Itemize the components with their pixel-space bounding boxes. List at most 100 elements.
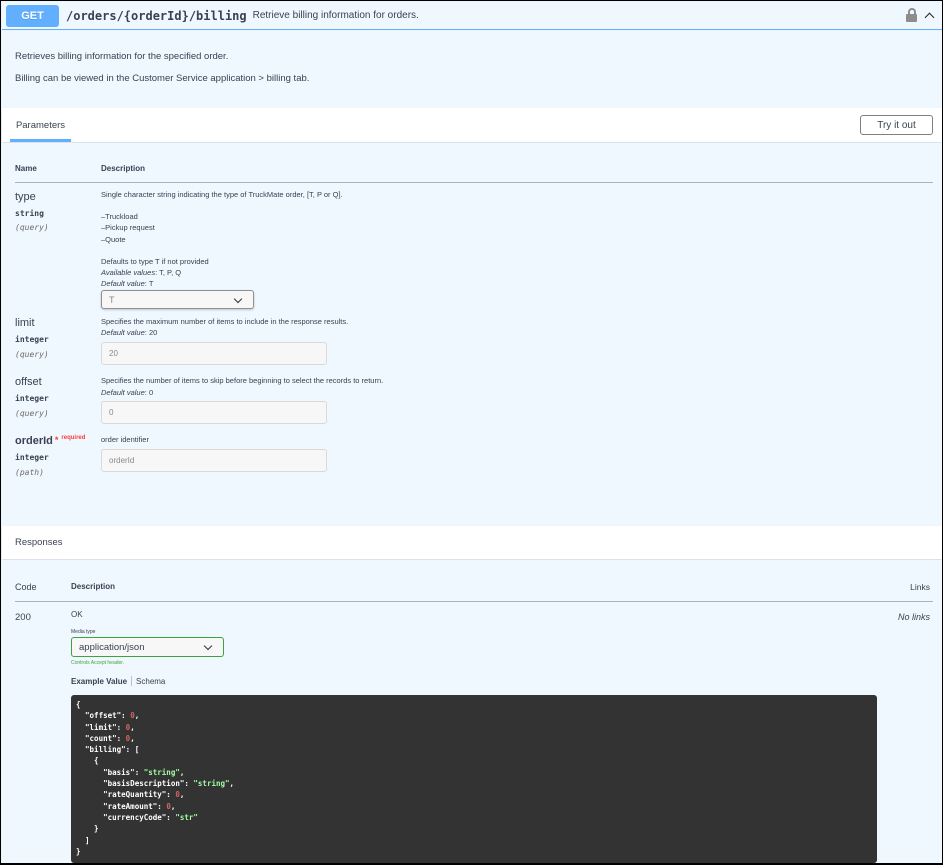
code-line: } xyxy=(76,823,872,834)
media-type-select[interactable]: application/json xyxy=(71,637,224,657)
param-location: (query) xyxy=(15,223,49,232)
endpoint-summary: Retrieve billing information for orders. xyxy=(252,10,419,21)
try-it-out-button[interactable]: Try it out xyxy=(860,115,933,135)
description-line: Retrieves billing information for the sp… xyxy=(15,51,229,62)
json-punctuation: "offset": xyxy=(76,711,131,721)
param-name: type xyxy=(15,191,36,203)
type-select[interactable]: T xyxy=(101,290,254,309)
response-description: OK xyxy=(71,610,83,619)
param-description: Specifies the maximum number of items to… xyxy=(101,317,349,326)
required-label: required xyxy=(61,435,86,441)
param-type: integer xyxy=(15,335,49,344)
example-tabs: Example Value Schema xyxy=(71,676,165,686)
json-punctuation: } xyxy=(76,824,99,834)
response-links: No links xyxy=(897,612,930,622)
param-default-note: Defaults to type T if not provided xyxy=(101,257,209,266)
default-value: : 20 xyxy=(144,328,158,337)
tab-example-value[interactable]: Example Value xyxy=(71,677,127,686)
offset-input[interactable] xyxy=(101,401,327,424)
param-option: –Quote xyxy=(101,235,126,244)
json-punctuation: { xyxy=(76,700,81,709)
json-punctuation: ] xyxy=(76,835,90,845)
param-default-value: Default value: T xyxy=(101,278,153,289)
json-punctuation: "rateAmount": xyxy=(76,801,167,811)
json-punctuation: , xyxy=(179,790,185,800)
lock-icon[interactable] xyxy=(906,8,918,22)
json-punctuation: "limit": xyxy=(76,722,126,732)
param-name: offset xyxy=(15,376,42,388)
operation-summary[interactable]: GET /orders/{orderId}/billing Retrieve b… xyxy=(2,2,942,30)
column-header-name: Name xyxy=(15,164,37,173)
header-divider xyxy=(15,182,933,183)
param-default-value: Default value: 20 xyxy=(101,327,157,338)
json-punctuation: , xyxy=(229,779,235,789)
orderid-input[interactable] xyxy=(101,449,327,472)
code-line: "offset": 0, xyxy=(76,710,872,721)
header-divider xyxy=(15,601,933,602)
json-punctuation: "basisDescription": xyxy=(76,779,194,789)
json-punctuation: , xyxy=(134,711,140,721)
parameters-header: Parameters Try it out xyxy=(2,108,942,142)
code-line: "basis": "string", xyxy=(76,767,872,778)
tab-parameters[interactable]: Parameters xyxy=(10,108,71,142)
http-method-badge: GET xyxy=(6,4,59,27)
code-line: "rateQuantity": 0, xyxy=(76,789,872,800)
required-star: * xyxy=(54,435,59,445)
chevron-down-icon xyxy=(203,641,213,651)
chevron-down-icon xyxy=(233,294,243,304)
tab-schema[interactable]: Schema xyxy=(136,677,165,686)
json-punctuation: "basis": xyxy=(76,767,144,777)
available-values: : T, P, Q xyxy=(155,268,182,277)
chevron-up-icon[interactable] xyxy=(924,10,934,20)
json-punctuation: "rateQuantity": xyxy=(76,790,176,800)
json-punctuation: "currencyCode": xyxy=(76,812,176,822)
default-value: : T xyxy=(144,279,154,288)
media-type-hint: Controls Accept header. xyxy=(71,660,125,666)
type-select-value: T xyxy=(109,294,115,305)
column-header-description: Description xyxy=(71,582,116,591)
code-line: "limit": 0, xyxy=(76,722,872,733)
param-default-value: Default value: 0 xyxy=(101,387,153,398)
operation-description: Retrieves billing information for the sp… xyxy=(2,31,942,108)
summary-controls xyxy=(906,8,934,22)
json-punctuation: , xyxy=(179,767,185,777)
json-punctuation: , xyxy=(130,722,135,732)
json-punctuation: "count": xyxy=(76,733,126,743)
json-string: "string" xyxy=(193,779,230,789)
default-value-label: Default value xyxy=(101,328,145,337)
code-line: "billing": [ xyxy=(76,744,872,755)
code-line: { xyxy=(76,755,872,766)
code-line: ] xyxy=(76,835,872,846)
param-type: integer xyxy=(15,394,49,403)
param-available-values: Available values: T, P, Q xyxy=(101,267,181,278)
tab-divider xyxy=(131,676,133,686)
json-punctuation: } xyxy=(76,846,81,856)
code-line: "basisDescription": "string", xyxy=(76,778,872,789)
param-name: limit xyxy=(15,317,35,329)
param-name: orderId xyxy=(15,435,53,447)
responses-header: Responses xyxy=(2,526,942,559)
param-option: –Pickup request xyxy=(101,223,155,232)
param-option: –Truckload xyxy=(101,212,138,221)
default-value-label: Default value xyxy=(101,388,145,397)
json-string: "string" xyxy=(143,767,180,777)
limit-input[interactable] xyxy=(101,342,327,365)
code-line: "currencyCode": "str" xyxy=(76,812,872,823)
param-type: integer xyxy=(15,453,49,462)
code-line: "rateAmount": 0, xyxy=(76,801,872,812)
column-header-description: Description xyxy=(101,164,146,173)
description-line: Billing can be viewed in the Customer Se… xyxy=(15,73,310,84)
endpoint-path: /orders/{orderId}/billing xyxy=(66,8,247,23)
code-line: } xyxy=(76,846,872,857)
param-name-wrap: orderId * required xyxy=(15,435,85,447)
default-value: : 0 xyxy=(144,388,154,397)
json-punctuation: "billing": [ xyxy=(76,745,140,755)
json-punctuation: , xyxy=(130,733,135,743)
column-header-code: Code xyxy=(15,582,37,592)
param-description: Specifies the number of items to skip be… xyxy=(101,376,384,385)
json-punctuation: , xyxy=(170,801,176,811)
code-line: { xyxy=(76,699,872,710)
media-type-value: application/json xyxy=(79,641,145,653)
responses-title: Responses xyxy=(15,537,63,548)
param-description: order identifier xyxy=(101,435,149,444)
